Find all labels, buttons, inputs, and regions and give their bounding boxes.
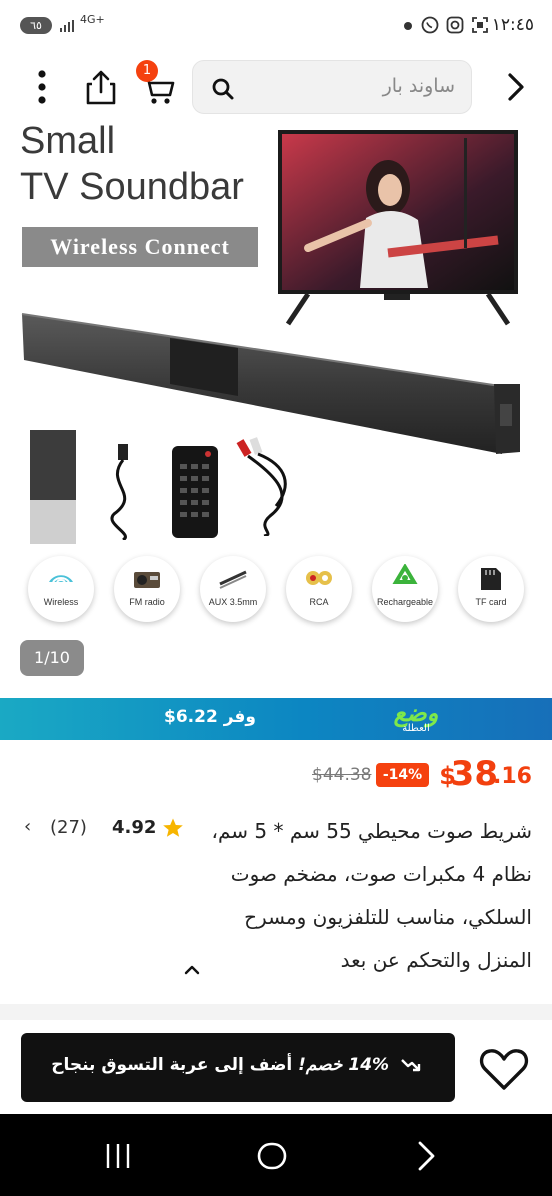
price-currency: $ xyxy=(439,762,456,790)
feature-badges: Wireless FM radio AUX 3.5mm RCA Recharge… xyxy=(0,556,552,626)
rating-value: 4.92 xyxy=(112,817,157,838)
feature-fm-radio: FM radio xyxy=(114,556,180,622)
system-navigation-bar xyxy=(0,1114,552,1196)
recycle-icon xyxy=(392,564,418,584)
search-input[interactable]: ساوند بار xyxy=(192,60,472,114)
battery-indicator: ٦٥ xyxy=(20,17,52,34)
feature-rca: RCA xyxy=(286,556,352,622)
promo-brand: وضع العطلة xyxy=(378,698,454,740)
promo-brand-subtitle: العطلة xyxy=(402,723,430,734)
product-image-gallery[interactable]: Small TV Soundbar Wireless Connect Wirel… xyxy=(0,124,552,698)
price-decimal: .16 xyxy=(493,764,532,789)
feature-tf-card: TF card xyxy=(458,556,524,622)
signal-icon xyxy=(60,20,74,32)
rca-icon xyxy=(306,571,332,585)
price-integer: 38 xyxy=(450,754,498,794)
headline-line-1: Small xyxy=(20,124,116,162)
add-to-cart-text: أضف إلى عربة التسوق بنجاح xyxy=(51,1055,293,1075)
screenshot-icon xyxy=(472,17,488,33)
holiday-promo-banner[interactable]: وفر 6.22$ وضع العطلة xyxy=(0,698,552,740)
add-to-cart-label: 14% خصم! أضف إلى عربة التسوق بنجاح xyxy=(51,1055,421,1075)
promo-savings: وفر 6.22$ xyxy=(164,707,256,727)
star-icon xyxy=(163,818,183,837)
share-icon[interactable] xyxy=(84,68,118,106)
price-row: .16 38 $ -14% $44.38 xyxy=(0,740,552,810)
feature-label: FM radio xyxy=(129,597,165,607)
feature-label: RCA xyxy=(309,597,329,607)
more-vertical-icon[interactable] xyxy=(30,68,54,106)
image-pager: 1/10 xyxy=(20,640,84,676)
headline-line-2: TV Soundbar xyxy=(20,166,244,208)
whatsapp-icon xyxy=(421,16,439,34)
wishlist-heart-icon[interactable] xyxy=(478,1044,530,1096)
section-divider xyxy=(0,1004,552,1020)
review-count: (27) xyxy=(50,817,87,838)
feature-label: Wireless xyxy=(43,597,79,607)
feature-rechargeable: Rechargeable xyxy=(372,556,438,622)
wireless-icon xyxy=(49,575,73,583)
back-arrow-icon[interactable] xyxy=(500,70,530,104)
home-icon[interactable] xyxy=(256,1140,288,1172)
feature-label: AUX 3.5mm xyxy=(208,597,258,607)
search-icon[interactable] xyxy=(211,77,235,101)
instagram-icon xyxy=(446,16,464,34)
add-to-cart-discount: 14% خصم! xyxy=(298,1055,390,1075)
trend-down-icon xyxy=(401,1059,421,1072)
feature-wireless: Wireless xyxy=(28,556,94,622)
image-headline: Small TV Soundbar xyxy=(20,124,244,210)
discount-badge: -14% xyxy=(376,763,429,787)
rca-cable-image xyxy=(236,437,287,536)
search-placeholder: ساوند بار xyxy=(382,75,455,97)
rating-summary[interactable]: ‹ (27) 4.92 xyxy=(20,816,183,842)
recent-apps-icon[interactable] xyxy=(102,1140,134,1172)
chevron-left-icon[interactable]: ‹ xyxy=(24,816,31,837)
add-to-cart-button[interactable]: 14% خصم! أضف إلى عربة التسوق بنجاح xyxy=(21,1033,455,1102)
remote-control-image xyxy=(172,446,218,538)
sd-card-icon xyxy=(481,568,501,590)
wireless-connect-banner: Wireless Connect xyxy=(22,227,258,267)
back-nav-icon[interactable] xyxy=(410,1140,442,1172)
feature-label: TF card xyxy=(475,597,507,607)
clock: ١٢:٤٥ xyxy=(491,15,534,35)
cart-count-badge: 1 xyxy=(136,60,158,82)
status-bar: ٦٥ 4G+ ١٢:٤٥ xyxy=(0,0,552,52)
usb-cable-image xyxy=(110,444,128,540)
network-type: 4G+ xyxy=(80,13,105,26)
original-price: $44.38 xyxy=(312,765,372,785)
radio-icon xyxy=(134,572,160,588)
aux-cable-icon xyxy=(219,570,247,589)
feature-label: Rechargeable xyxy=(376,597,434,607)
feature-aux: AUX 3.5mm xyxy=(200,556,266,622)
notification-dot-icon xyxy=(404,22,412,30)
top-header: 1 ساوند بار xyxy=(0,52,552,124)
chevron-up-icon[interactable] xyxy=(180,958,204,982)
box-accessory-image xyxy=(30,430,76,544)
product-title: شريط صوت محيطي 55 سم * 5 سم، نظام 4 مكبر… xyxy=(211,819,532,972)
